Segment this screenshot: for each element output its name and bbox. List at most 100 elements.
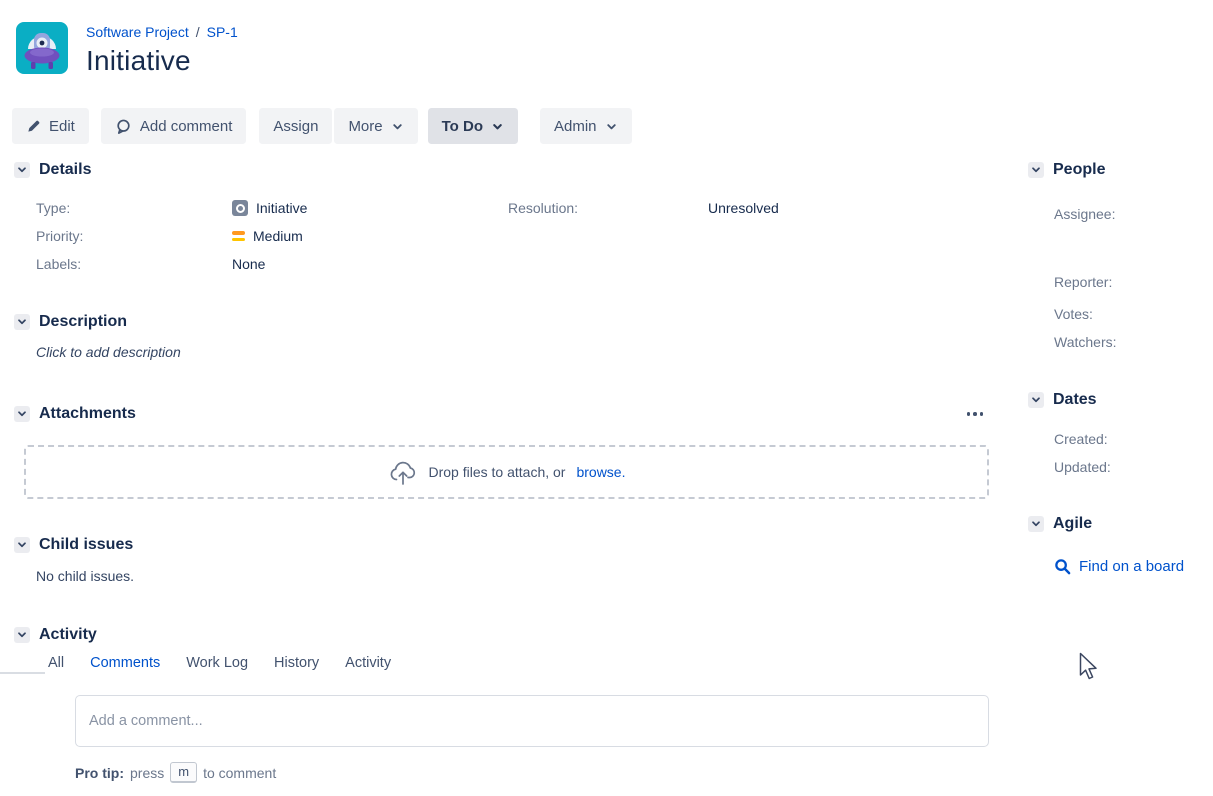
browse-link[interactable]: browse. xyxy=(576,464,625,480)
comment-input[interactable] xyxy=(89,713,975,729)
breadcrumb: Software Project / SP-1 xyxy=(86,22,238,40)
child-issues-section: Child issues No child issues. xyxy=(14,535,989,584)
tab-comments[interactable]: Comments xyxy=(90,655,160,671)
chevron-down-icon xyxy=(391,120,404,133)
reporter-label: Reporter: xyxy=(1054,274,1112,290)
ufo-alien-icon xyxy=(16,22,68,74)
people-heading: People xyxy=(1053,160,1105,180)
search-icon xyxy=(1054,558,1071,575)
description-placeholder[interactable]: Click to add description xyxy=(36,344,989,360)
status-button[interactable]: To Do xyxy=(428,108,518,144)
admin-button-label: Admin xyxy=(554,118,597,135)
tab-all[interactable]: All xyxy=(48,655,64,671)
breadcrumb-separator: / xyxy=(196,24,200,40)
description-heading: Description xyxy=(39,312,127,332)
type-label: Type: xyxy=(36,200,232,216)
project-avatar[interactable] xyxy=(16,22,68,74)
activity-tabs: All Comments Work Log History Activity xyxy=(48,655,989,671)
activity-heading: Activity xyxy=(39,625,97,645)
assign-more-button-group: Assign More xyxy=(259,108,417,144)
agile-section: Agile Find on a board xyxy=(1028,514,1213,534)
details-section: Details Type: Initiative Priority: Mediu… xyxy=(14,160,989,278)
tab-history[interactable]: History xyxy=(274,655,319,671)
pro-tip-suffix: to comment xyxy=(203,765,276,781)
field-row-labels: Labels: None xyxy=(36,250,508,278)
find-on-board-link[interactable]: Find on a board xyxy=(1054,558,1184,575)
attachments-collapse-toggle[interactable] xyxy=(14,406,30,422)
attachments-dropzone[interactable]: Drop files to attach, or browse. xyxy=(24,445,989,499)
priority-label: Priority: xyxy=(36,228,232,244)
chevron-down-icon xyxy=(491,120,504,133)
dates-collapse-toggle[interactable] xyxy=(1028,392,1044,408)
edit-button-label: Edit xyxy=(49,118,75,135)
attachments-section: Attachments Drop files to attach, or bro… xyxy=(14,404,989,424)
assign-button-label: Assign xyxy=(273,118,318,135)
labels-value: None xyxy=(232,256,265,272)
resolution-value: Unresolved xyxy=(708,200,779,216)
more-button[interactable]: More xyxy=(334,108,417,144)
pro-tip-press: press xyxy=(130,765,164,781)
pro-tip: Pro tip: press m to comment xyxy=(75,762,276,783)
initiative-type-icon xyxy=(232,200,248,216)
activity-collapse-toggle[interactable] xyxy=(14,627,30,643)
add-comment-button-label: Add comment xyxy=(140,118,233,135)
breadcrumb-project-link[interactable]: Software Project xyxy=(86,24,189,40)
description-collapse-toggle[interactable] xyxy=(14,314,30,330)
assignee-label: Assignee: xyxy=(1054,206,1115,222)
created-label: Created: xyxy=(1054,431,1108,447)
issue-header: Software Project / SP-1 Initiative xyxy=(16,22,238,77)
people-collapse-toggle[interactable] xyxy=(1028,162,1044,178)
priority-value: Medium xyxy=(253,228,303,244)
chevron-down-icon xyxy=(1030,518,1042,530)
agile-collapse-toggle[interactable] xyxy=(1028,516,1044,532)
chevron-down-icon xyxy=(16,539,28,551)
people-section: People Assignee: Reporter: Votes: Watche… xyxy=(1028,160,1213,180)
chevron-down-icon xyxy=(1030,164,1042,176)
votes-label: Votes: xyxy=(1054,306,1093,322)
issue-toolbar: Edit Add comment Assign More To Do Admin xyxy=(12,108,632,144)
dropzone-text: Drop files to attach, or xyxy=(429,464,566,480)
cloud-upload-icon xyxy=(388,459,418,486)
more-button-label: More xyxy=(348,118,382,135)
edit-button[interactable]: Edit xyxy=(12,108,89,144)
attachments-options-ellipsis-icon[interactable] xyxy=(965,408,986,420)
field-row-priority: Priority: Medium xyxy=(36,222,508,250)
attachments-heading: Attachments xyxy=(39,404,136,424)
child-issues-heading: Child issues xyxy=(39,535,133,555)
status-button-label: To Do xyxy=(442,118,483,135)
description-section: Description Click to add description xyxy=(14,312,989,360)
dates-heading: Dates xyxy=(1053,390,1097,410)
breadcrumb-issue-key-link[interactable]: SP-1 xyxy=(207,24,238,40)
type-value: Initiative xyxy=(256,200,307,216)
comment-footer: Pro tip: press m to comment xyxy=(0,678,1213,796)
pro-tip-label: Pro tip: xyxy=(75,765,124,781)
chevron-down-icon xyxy=(605,120,618,133)
tab-strip-border xyxy=(0,672,45,674)
keyboard-key-m: m xyxy=(170,762,197,783)
find-on-board-label: Find on a board xyxy=(1079,558,1184,575)
labels-label: Labels: xyxy=(36,256,232,272)
child-issues-empty-text: No child issues. xyxy=(36,568,989,584)
issue-title: Initiative xyxy=(86,45,238,77)
resolution-label: Resolution: xyxy=(508,200,708,216)
field-row-resolution: Resolution: Unresolved xyxy=(508,194,779,222)
field-row-type: Type: Initiative xyxy=(36,194,508,222)
assign-button[interactable]: Assign xyxy=(259,108,332,144)
chevron-down-icon xyxy=(16,408,28,420)
pencil-icon xyxy=(26,119,41,134)
admin-button[interactable]: Admin xyxy=(540,108,632,144)
child-issues-collapse-toggle[interactable] xyxy=(14,537,30,553)
dates-section: Dates Created: Updated: xyxy=(1028,390,1213,410)
mouse-cursor xyxy=(1079,652,1098,681)
add-comment-button[interactable]: Add comment xyxy=(101,108,247,144)
watchers-label: Watchers: xyxy=(1054,334,1117,350)
medium-priority-icon xyxy=(232,231,245,241)
tab-work-log[interactable]: Work Log xyxy=(186,655,248,671)
details-heading: Details xyxy=(39,160,91,180)
comment-input-box[interactable] xyxy=(75,695,989,747)
updated-label: Updated: xyxy=(1054,459,1111,475)
tab-activity[interactable]: Activity xyxy=(345,655,391,671)
chevron-down-icon xyxy=(16,316,28,328)
chevron-down-icon xyxy=(16,164,28,176)
details-collapse-toggle[interactable] xyxy=(14,162,30,178)
